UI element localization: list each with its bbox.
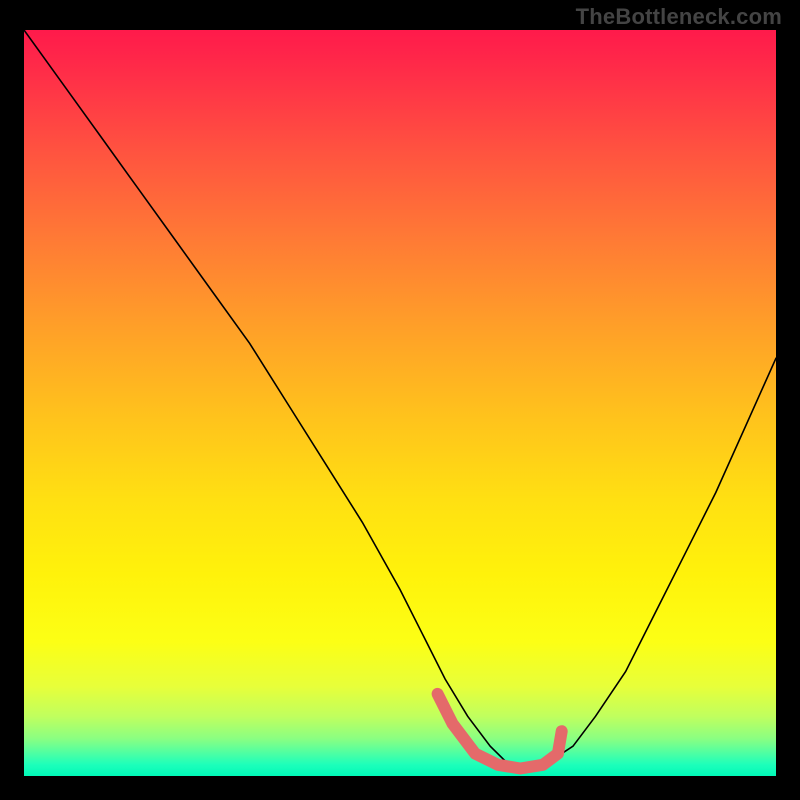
optimal-range-marker bbox=[438, 694, 562, 769]
chart-frame: TheBottleneck.com bbox=[0, 0, 800, 800]
bottleneck-curve bbox=[24, 30, 776, 769]
plot-area bbox=[24, 30, 776, 776]
watermark-text: TheBottleneck.com bbox=[576, 4, 782, 30]
chart-overlay bbox=[24, 30, 776, 776]
